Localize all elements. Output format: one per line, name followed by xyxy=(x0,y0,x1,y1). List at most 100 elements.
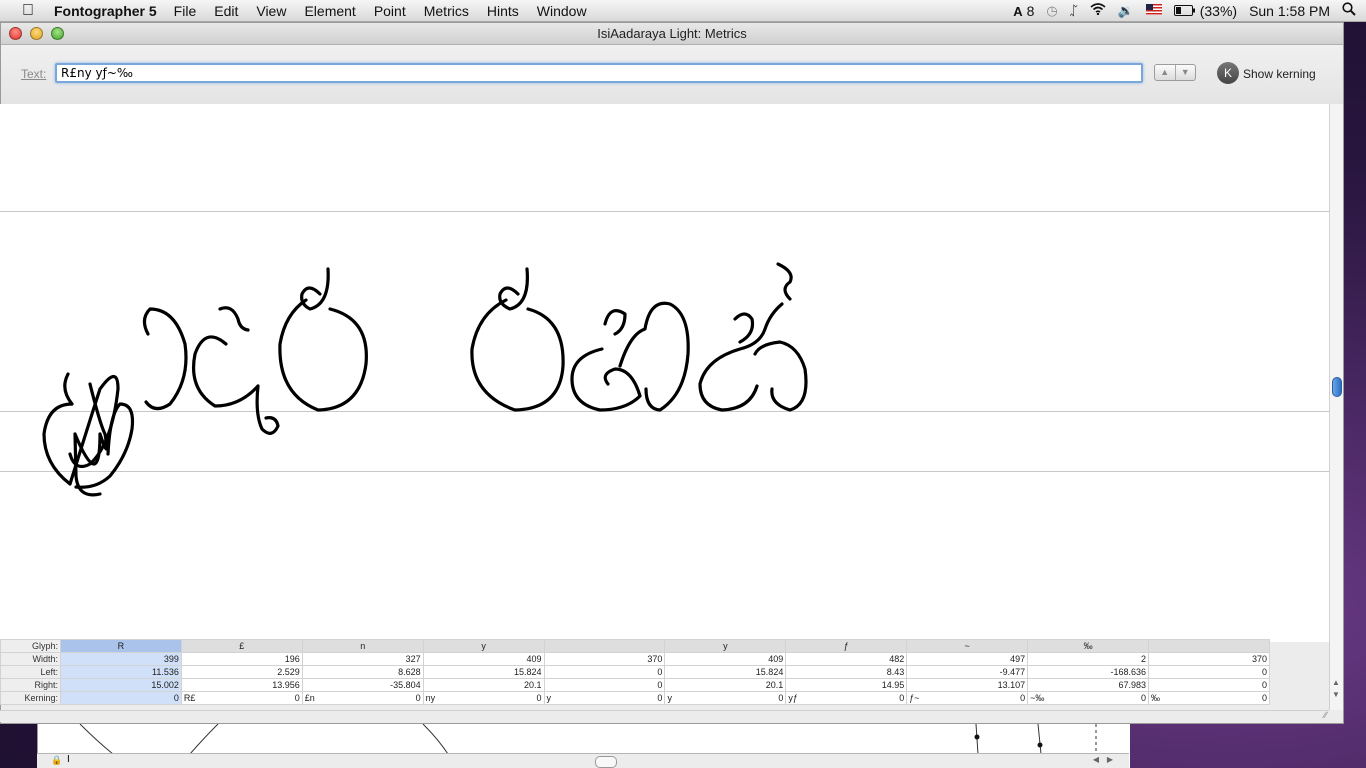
input-flag-icon[interactable] xyxy=(1145,3,1162,18)
resize-grip-icon[interactable]: ∕∕ xyxy=(1324,710,1327,720)
vertical-scroll-thumb[interactable] xyxy=(1332,377,1342,397)
close-window-button[interactable] xyxy=(9,27,22,40)
right-cell[interactable]: 20.1 xyxy=(664,678,787,692)
kerning-cell[interactable]: £n 0 xyxy=(301,691,424,705)
menu-edit[interactable]: Edit xyxy=(205,3,247,19)
right-cell[interactable]: 13.956 xyxy=(180,678,303,692)
left-cell[interactable]: -9.477 xyxy=(906,665,1029,679)
width-cell[interactable]: 497 xyxy=(906,652,1029,666)
menu-file[interactable]: File xyxy=(165,3,206,19)
glyph-cell[interactable]: R xyxy=(59,639,182,653)
left-cell[interactable]: 11.536 xyxy=(59,665,182,679)
time-machine-icon[interactable]: ◷ xyxy=(1046,3,1057,19)
app-name-menu[interactable]: Fontographer 5 xyxy=(54,3,157,19)
right-cell[interactable]: 14.95 xyxy=(785,678,908,692)
kerning-cell[interactable]: 0 xyxy=(59,691,182,705)
text-cursor-icon[interactable]: I xyxy=(67,754,70,765)
right-cell[interactable]: 67.983 xyxy=(1027,678,1150,692)
scroll-right-arrow-icon[interactable]: ▶ xyxy=(1107,755,1113,764)
kerning-cell[interactable]: ‰ 0 xyxy=(1148,691,1270,705)
lock-icon[interactable]: 🔒 xyxy=(51,755,62,766)
left-cell[interactable]: 2.529 xyxy=(180,665,303,679)
menu-point[interactable]: Point xyxy=(365,3,415,19)
apple-menu-icon[interactable]:  xyxy=(14,2,42,20)
width-cell[interactable]: 370 xyxy=(1148,652,1270,666)
menu-hints[interactable]: Hints xyxy=(478,3,528,19)
right-cell[interactable]: 0 xyxy=(1148,678,1270,692)
scroll-up-arrow-icon[interactable]: ▲ xyxy=(1332,678,1340,687)
width-cell[interactable]: 370 xyxy=(543,652,666,666)
preview-glyph[interactable] xyxy=(192,306,280,435)
scroll-down-arrow-icon[interactable]: ▼ xyxy=(1332,690,1340,699)
zoom-window-button[interactable] xyxy=(51,27,64,40)
kerning-cell[interactable]: y0 xyxy=(664,691,787,705)
glyph-cell[interactable]: y xyxy=(422,639,545,653)
preview-glyph[interactable] xyxy=(470,267,565,412)
preview-glyph[interactable] xyxy=(142,307,188,411)
preview-glyph[interactable] xyxy=(278,267,368,412)
left-cell[interactable]: 15.824 xyxy=(664,665,787,679)
kerning-cell[interactable]: ny 0 xyxy=(422,691,545,705)
right-cell[interactable]: 15.002 xyxy=(59,678,182,692)
width-cell[interactable]: 2 xyxy=(1027,652,1150,666)
glyph-cell[interactable]: ƒ xyxy=(785,639,908,653)
kerning-cell[interactable]: y0 xyxy=(543,691,666,705)
menu-element[interactable]: Element xyxy=(295,3,364,19)
show-kerning-label[interactable]: Show kerning xyxy=(1243,67,1316,81)
menu-metrics[interactable]: Metrics xyxy=(415,3,478,19)
window-titlebar[interactable]: IsiAadaraya Light: Metrics xyxy=(1,23,1343,45)
minimize-window-button[interactable] xyxy=(30,27,43,40)
menu-view[interactable]: View xyxy=(247,3,295,19)
menubar-clock[interactable]: Sun 1:58 PM xyxy=(1249,3,1330,19)
left-cell[interactable]: 0 xyxy=(543,665,666,679)
previous-text-arrow-icon[interactable]: ▲ xyxy=(1155,65,1176,80)
right-cell[interactable]: 13.107 xyxy=(906,678,1029,692)
spotlight-search-icon[interactable] xyxy=(1342,2,1356,19)
kerning-cell[interactable]: yƒ 0 xyxy=(785,691,908,705)
wifi-icon[interactable] xyxy=(1089,3,1106,18)
glyph-cell[interactable]: y xyxy=(664,639,787,653)
battery-status-item[interactable]: (33%) xyxy=(1173,3,1237,19)
width-cell[interactable]: 409 xyxy=(664,652,787,666)
menu-window[interactable]: Window xyxy=(528,3,596,19)
width-cell[interactable]: 327 xyxy=(301,652,424,666)
kerning-cell[interactable]: ~‰ 0 xyxy=(1027,691,1150,705)
glyph-cell[interactable]: £ xyxy=(180,639,303,653)
width-cell[interactable]: 409 xyxy=(422,652,545,666)
right-cell[interactable]: 0 xyxy=(543,678,666,692)
left-cell[interactable]: 0 xyxy=(1148,665,1270,679)
left-cell[interactable]: 8.628 xyxy=(301,665,424,679)
next-text-arrow-icon[interactable]: ▼ xyxy=(1176,65,1196,80)
preview-glyph[interactable] xyxy=(698,262,808,412)
glyph-cell[interactable]: ~ xyxy=(906,639,1029,653)
left-cell[interactable]: 8.43 xyxy=(785,665,908,679)
right-cell[interactable]: 20.1 xyxy=(422,678,545,692)
background-window-scrollbar[interactable]: 🔒 I ◀ ▶ xyxy=(37,753,1129,768)
left-cell[interactable]: 15.824 xyxy=(422,665,545,679)
preview-glyph[interactable] xyxy=(42,372,135,497)
metrics-preview-canvas[interactable] xyxy=(0,104,1329,642)
preview-glyph[interactable] xyxy=(570,301,690,412)
volume-icon[interactable]: 🔉 xyxy=(1118,3,1134,19)
scroll-left-arrow-icon[interactable]: ◀ xyxy=(1093,755,1099,764)
canvas-vertical-scrollbar[interactable]: ▲ ▼ xyxy=(1329,104,1343,710)
glyph-cell[interactable]: ‰ xyxy=(1027,639,1150,653)
horizontal-scroll-thumb[interactable] xyxy=(595,756,617,768)
show-kerning-button[interactable]: K xyxy=(1217,62,1239,84)
kerning-cell[interactable]: ƒ~ 0 xyxy=(906,691,1029,705)
glyph-cell[interactable] xyxy=(543,639,666,653)
width-cell[interactable]: 399 xyxy=(59,652,182,666)
bluetooth-icon[interactable]: ᛢ xyxy=(1070,3,1078,18)
glyph-cell[interactable] xyxy=(1148,639,1270,653)
right-cell[interactable]: -35.804 xyxy=(301,678,424,692)
glyph-cell[interactable]: n xyxy=(301,639,424,653)
kern-pair: y xyxy=(667,693,672,703)
left-cell[interactable]: -168.636 xyxy=(1027,665,1150,679)
width-cell[interactable]: 196 xyxy=(180,652,303,666)
text-history-stepper[interactable]: ▲ ▼ xyxy=(1154,64,1196,81)
adobe-status-item[interactable]: A 8 xyxy=(1013,3,1034,19)
width-cell[interactable]: 482 xyxy=(785,652,908,666)
metrics-text-input[interactable] xyxy=(55,63,1143,83)
kerning-cell[interactable]: R£ 0 xyxy=(180,691,303,705)
metrics-table: Glyph: R £ n y y ƒ ~ ‰ Width: 399 196 32… xyxy=(0,639,1270,711)
